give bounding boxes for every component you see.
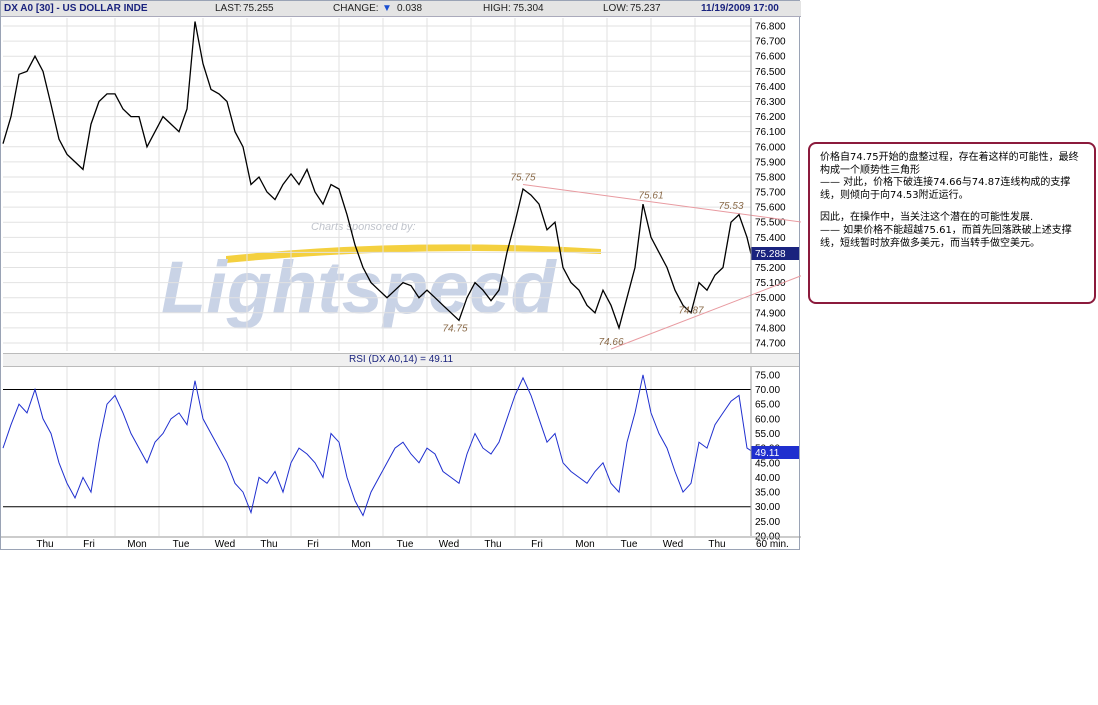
x-tick-label: Tue: [173, 539, 190, 550]
rsi-y-tick-label: 35.00: [755, 488, 780, 499]
x-tick-label: Mon: [351, 539, 370, 550]
timeframe-label: 60 min.: [756, 539, 789, 550]
quote-header: DX A0 [30] - US DOLLAR INDE LAST: 75.255…: [1, 1, 801, 17]
price-y-tick-label: 74.700: [755, 339, 786, 350]
price-y-tick-label: 76.700: [755, 37, 786, 48]
high-label: HIGH:: [483, 3, 511, 14]
rsi-y-tick-label: 75.00: [755, 370, 780, 381]
rsi-y-tick-label: 40.00: [755, 473, 780, 484]
analysis-note-p1: 价格自74.75开始的盘整过程，存在着这样的可能性，最终构成一个顺势性三角形: [820, 152, 1079, 176]
x-tick-label: Mon: [575, 539, 594, 550]
x-tick-label: Wed: [439, 539, 459, 550]
price-annotation-label: 75.53: [718, 201, 743, 212]
low-value: 75.237: [630, 3, 661, 14]
price-y-tick-label: 74.800: [755, 323, 786, 334]
price-current-marker: 75.288: [751, 247, 799, 260]
x-tick-label: Thu: [260, 539, 277, 550]
price-current-label: 75.288: [755, 249, 786, 260]
x-tick-label: Tue: [621, 539, 638, 550]
price-y-tick-label: 76.600: [755, 52, 786, 63]
last-value: 75.255: [243, 3, 274, 14]
x-tick-label: Thu: [484, 539, 501, 550]
chart-frame: Charts sponsored by: Lightspeed 76.800 76…: [0, 0, 804, 550]
price-annotation-label: 75.75: [510, 173, 535, 184]
x-tick-label: Fri: [307, 539, 319, 550]
rsi-grid: [3, 367, 751, 536]
rsi-y-tick-label: 30.00: [755, 502, 780, 513]
price-annotation-label: 75.61: [638, 191, 663, 202]
analysis-note-p4: —— 如果价格不能超越75.61，而首先回落跌破上述支撑线，短线暂时放弃做多美元…: [820, 224, 1072, 249]
chart-svg: Charts sponsored by: Lightspeed 76.80076…: [1, 6, 804, 550]
price-y-tick-label: 76.300: [755, 97, 786, 108]
x-tick-label: Tue: [397, 539, 414, 550]
price-y-tick-label: 75.800: [755, 172, 786, 183]
price-y-tick-label: 75.700: [755, 188, 786, 199]
price-y-tick-label: 76.000: [755, 142, 786, 153]
rsi-y-tick-label: 45.00: [755, 458, 780, 469]
price-y-tick-label: 75.600: [755, 203, 786, 214]
symbol-title: DX A0 [30] - US DOLLAR INDE: [4, 3, 148, 14]
change-value: 0.038: [397, 3, 423, 14]
x-tick-label: Wed: [663, 539, 683, 550]
price-y-axis: 76.800 76.700 76.600 76.500 76.400 76.300 76.2…: [755, 22, 786, 350]
change-down-icon: ▼: [382, 3, 392, 14]
price-annotation-label: 74.66: [598, 337, 623, 348]
price-y-tick-label: 75.000: [755, 293, 786, 304]
rsi-y-tick-label: 25.00: [755, 517, 780, 528]
x-tick-label: Wed: [215, 539, 235, 550]
x-tick-label: Mon: [127, 539, 146, 550]
price-y-tick-label: 74.900: [755, 308, 786, 319]
price-y-tick-label: 76.200: [755, 112, 786, 123]
price-y-tick-label: 76.500: [755, 67, 786, 78]
price-annotation-label: 74.75: [442, 323, 467, 334]
x-tick-label: Fri: [531, 539, 543, 550]
rsi-current-marker: 49.11: [751, 446, 799, 459]
analysis-note-p2: —— 对此，价格下破连接74.66与74.87连线构成的支撑线，则倾向于向74.…: [820, 177, 1071, 201]
price-y-tick-label: 76.800: [755, 22, 786, 33]
analysis-note-p3: 因此，在操作中，当关注这个潜在的可能性发展.: [820, 212, 1034, 224]
x-tick-label: Fri: [83, 539, 95, 550]
change-label: CHANGE:: [333, 3, 379, 14]
x-tick-label: Thu: [36, 539, 53, 550]
rsi-y-tick-label: 55.00: [755, 429, 780, 440]
quote-datetime: 11/19/2009 17:00: [701, 3, 779, 14]
x-tick-label: Thu: [708, 539, 725, 550]
price-y-tick-label: 75.200: [755, 263, 786, 274]
rsi-y-tick-label: 60.00: [755, 414, 780, 425]
analysis-note-box: 价格自74.75开始的盘整过程，存在着这样的可能性，最终构成一个顺势性三角形 —…: [808, 142, 1096, 304]
price-y-tick-label: 76.100: [755, 127, 786, 138]
rsi-current-label: 49.11: [755, 448, 780, 459]
watermark-sponsor-text: Charts sponsored by:: [311, 221, 416, 233]
price-y-tick-label: 76.400: [755, 82, 786, 93]
last-label: LAST:: [215, 3, 242, 14]
price-annotation-label: 74.87: [678, 305, 703, 316]
rsi-title: RSI (DX A0,14) = 49.11: [3, 353, 799, 367]
rsi-y-tick-label: 70.00: [755, 385, 780, 396]
high-value: 75.304: [513, 3, 544, 14]
low-label: LOW:: [603, 3, 629, 14]
price-y-tick-label: 75.400: [755, 233, 786, 244]
rsi-y-tick-label: 65.00: [755, 400, 780, 411]
price-y-tick-label: 75.900: [755, 157, 786, 168]
